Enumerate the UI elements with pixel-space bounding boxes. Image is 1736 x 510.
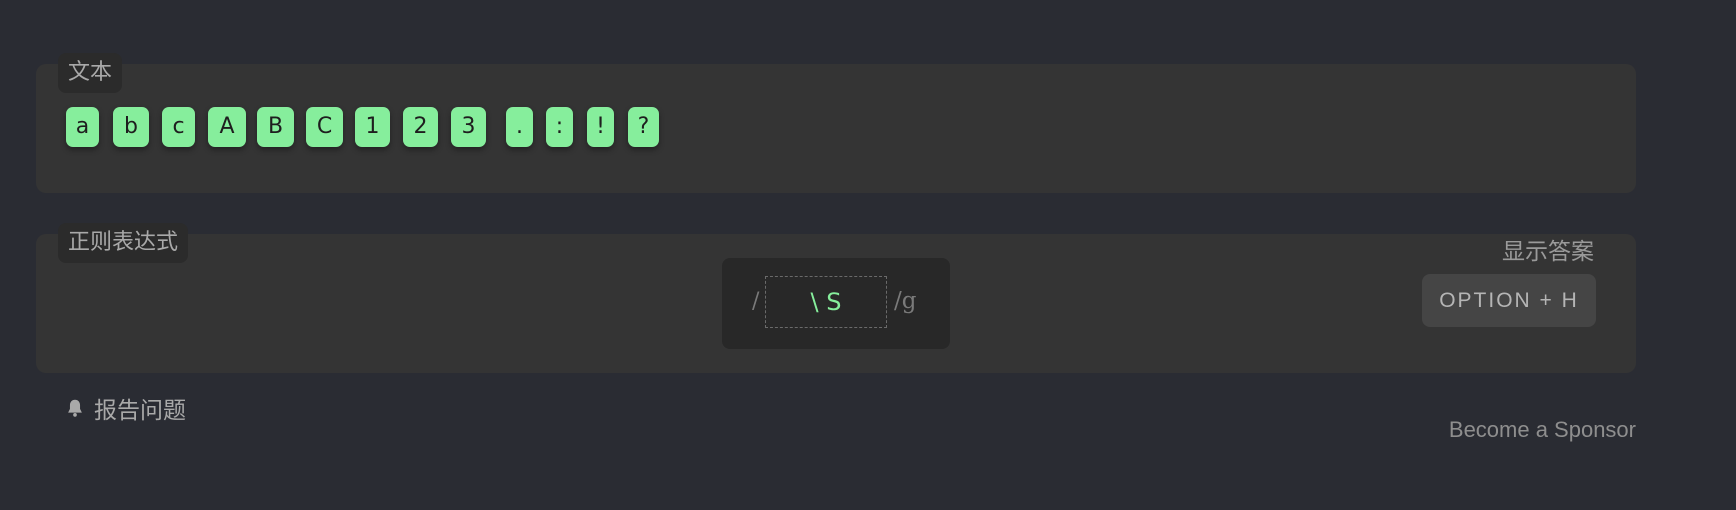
regex-editor: / \ S /g	[722, 258, 950, 349]
bell-icon	[68, 399, 82, 417]
regex-pattern-input[interactable]: \ S	[765, 276, 887, 328]
sponsor-link[interactable]: Become a Sponsor	[1449, 417, 1636, 443]
page: 文本 a b c A B C 1 2 3 . : ! ? 正则表达式 / \ S…	[0, 0, 1736, 510]
text-section-label: 文本	[58, 53, 123, 93]
char-chip[interactable]: c	[162, 107, 195, 147]
report-issue-label: 报告问题	[94, 398, 186, 424]
regex-open-slash: /	[752, 289, 760, 314]
char-chip[interactable]: .	[506, 107, 533, 147]
char-chip[interactable]: 2	[403, 107, 438, 147]
show-answer-link[interactable]: 显示答案	[1502, 232, 1594, 266]
char-chip[interactable]: 1	[355, 107, 390, 147]
shortcut-hint-button[interactable]: OPTION + H	[1422, 274, 1596, 327]
char-chip[interactable]: C	[306, 107, 343, 147]
regex-flags: /g	[894, 288, 917, 314]
char-chip[interactable]: !	[587, 107, 614, 147]
char-chip[interactable]: a	[66, 107, 99, 147]
regex-section-label: 正则表达式	[58, 223, 189, 263]
char-chip[interactable]: b	[113, 107, 149, 147]
char-chip[interactable]: :	[546, 107, 573, 147]
report-issue-link[interactable]: 报告问题	[64, 391, 186, 425]
char-chip[interactable]: 3	[451, 107, 486, 147]
char-chip[interactable]: A	[208, 107, 246, 147]
char-chip[interactable]: ?	[628, 107, 659, 147]
char-chip[interactable]: B	[257, 107, 294, 147]
